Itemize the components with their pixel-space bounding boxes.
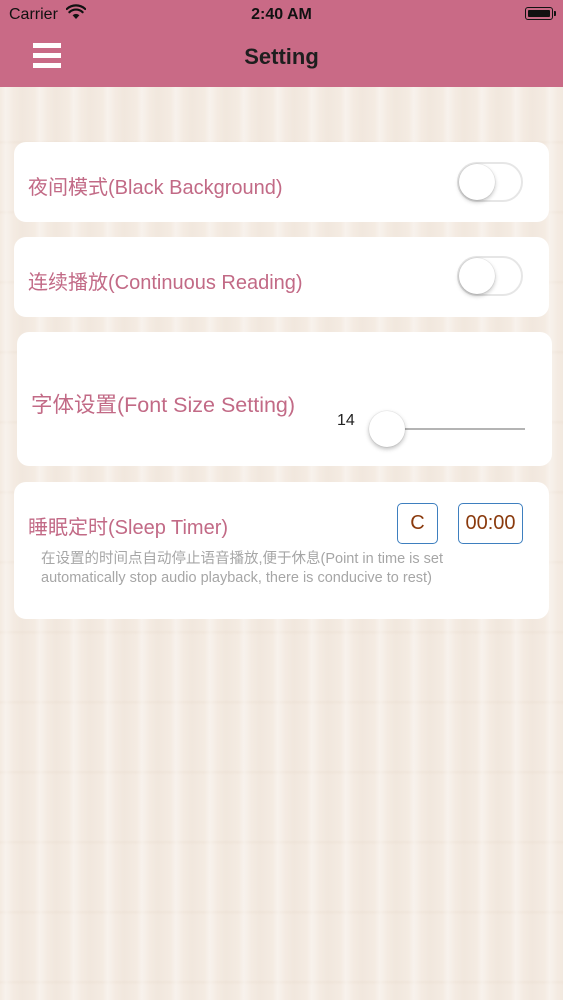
font-size-slider-thumb[interactable] [369, 411, 405, 447]
toggle-knob [459, 164, 495, 200]
battery-icon [525, 7, 556, 20]
sleep-timer-label: 睡眠定时(Sleep Timer) [28, 517, 229, 539]
night-mode-card: 夜间模式(Black Background) [14, 142, 549, 222]
font-size-card: 字体设置(Font Size Setting) 14 [17, 332, 552, 466]
status-time: 2:40 AM [251, 6, 312, 23]
continuous-reading-card: 连续播放(Continuous Reading) [14, 237, 549, 317]
sleep-timer-card: 睡眠定时(Sleep Timer) C 00:00 在设置的时间点自动停止语音播… [14, 482, 549, 619]
sleep-timer-time-button[interactable]: 00:00 [458, 503, 523, 544]
header-bar: Carrier 2:40 AM Setting [0, 0, 563, 87]
continuous-reading-toggle[interactable] [457, 256, 523, 296]
font-size-value: 14 [337, 412, 355, 429]
font-size-label: 字体设置(Font Size Setting) [31, 393, 296, 417]
night-mode-toggle[interactable] [457, 162, 523, 202]
status-bar: Carrier 2:40 AM [0, 0, 563, 30]
toggle-knob [459, 258, 495, 294]
sleep-timer-description: 在设置的时间点自动停止语音播放,便于休息(Point in time is se… [41, 551, 444, 586]
continuous-reading-label: 连续播放(Continuous Reading) [28, 272, 303, 294]
page-title: Setting [244, 44, 319, 69]
sleep-timer-cancel-button[interactable]: C [397, 503, 438, 544]
night-mode-label: 夜间模式(Black Background) [28, 177, 283, 199]
